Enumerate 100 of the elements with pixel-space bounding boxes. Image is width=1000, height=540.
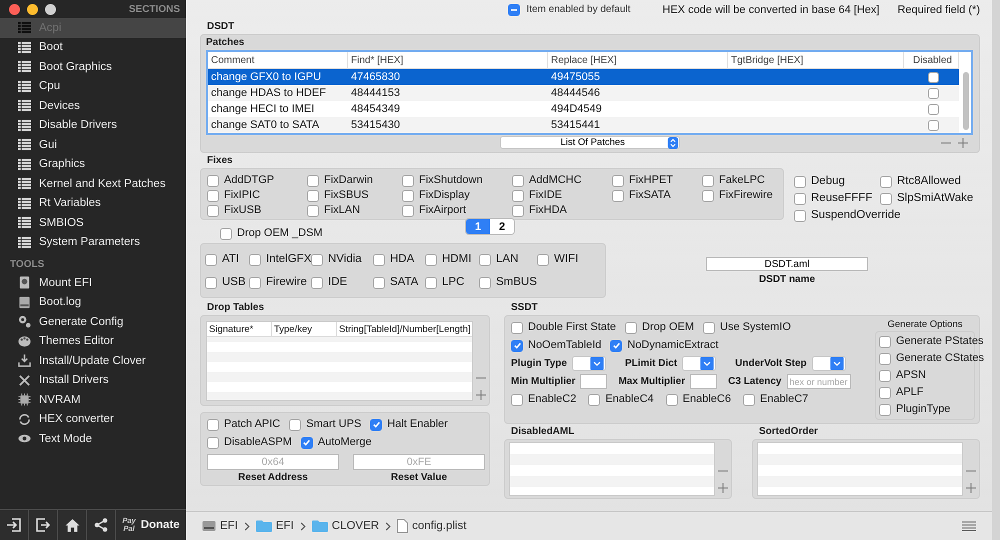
checkbox[interactable] bbox=[625, 322, 638, 334]
checkbox[interactable] bbox=[928, 72, 938, 82]
checkbox[interactable] bbox=[880, 192, 892, 204]
dropdown[interactable] bbox=[812, 356, 846, 371]
checkbox[interactable] bbox=[205, 254, 217, 266]
reset-value-field[interactable]: 0xFE bbox=[353, 454, 485, 470]
close-button[interactable] bbox=[9, 4, 20, 15]
path-item[interactable]: CLOVER bbox=[312, 520, 380, 532]
sidebar-item[interactable]: SMBIOS bbox=[0, 213, 186, 232]
sidebar-item[interactable]: Install Drivers bbox=[0, 370, 186, 390]
dropdown[interactable] bbox=[572, 356, 606, 371]
checkbox[interactable] bbox=[742, 394, 755, 406]
checkbox[interactable] bbox=[425, 254, 437, 266]
checkbox[interactable] bbox=[879, 370, 891, 382]
sidebar-item[interactable]: Themes Editor bbox=[0, 332, 186, 351]
checkbox[interactable] bbox=[794, 210, 806, 222]
checkbox[interactable] bbox=[588, 394, 600, 406]
checkbox[interactable] bbox=[879, 386, 891, 398]
dropdown[interactable] bbox=[682, 356, 716, 371]
sidebar-item[interactable]: Gui bbox=[0, 135, 186, 154]
checkbox[interactable] bbox=[307, 174, 319, 186]
sidebar-item[interactable]: Graphics bbox=[0, 154, 186, 174]
checkbox[interactable] bbox=[928, 120, 938, 130]
max-multiplier-field[interactable] bbox=[690, 374, 718, 389]
checkbox[interactable] bbox=[289, 418, 302, 430]
sidebar-item[interactable]: Cpu bbox=[0, 76, 186, 96]
checkbox[interactable] bbox=[402, 174, 414, 186]
sidebar-item[interactable]: Rt Variables bbox=[0, 194, 186, 213]
checkbox[interactable] bbox=[479, 254, 491, 266]
checkbox[interactable] bbox=[512, 174, 524, 186]
column-header[interactable]: Signature* bbox=[207, 322, 272, 336]
checkbox[interactable] bbox=[249, 276, 261, 288]
sidebar-item[interactable]: Install/Update Clover bbox=[0, 351, 186, 370]
column-header[interactable]: Replace [HEX] bbox=[548, 52, 728, 68]
checkbox[interactable] bbox=[794, 176, 806, 188]
checkbox[interactable] bbox=[373, 254, 385, 266]
path-item[interactable]: EFI bbox=[256, 520, 294, 532]
sidebar-item[interactable]: Boot Graphics bbox=[0, 57, 186, 76]
column-header[interactable]: Type/key bbox=[272, 322, 337, 336]
zoom-button[interactable] bbox=[45, 4, 56, 15]
checkbox[interactable] bbox=[402, 190, 414, 202]
checkbox[interactable] bbox=[879, 404, 891, 416]
sidebar-item[interactable]: System Parameters bbox=[0, 232, 186, 252]
menu-icon[interactable] bbox=[962, 521, 976, 531]
checkbox[interactable] bbox=[425, 276, 437, 288]
checkbox[interactable] bbox=[702, 190, 714, 202]
checkbox[interactable] bbox=[207, 190, 219, 202]
checkbox[interactable] bbox=[537, 254, 549, 266]
column-header[interactable]: Find* [HEX] bbox=[348, 52, 548, 68]
checkbox[interactable] bbox=[610, 340, 622, 352]
checkbox[interactable] bbox=[928, 88, 938, 98]
checkbox[interactable] bbox=[479, 276, 491, 288]
checkbox[interactable] bbox=[207, 204, 219, 216]
checkbox[interactable] bbox=[311, 276, 323, 288]
checkbox[interactable] bbox=[511, 394, 523, 406]
checkbox[interactable] bbox=[207, 418, 219, 430]
sidebar-item[interactable]: Mount EFI bbox=[0, 273, 186, 292]
table-row[interactable]: change HECI to IMEI 48454349 494D4549 bbox=[208, 101, 959, 117]
table-row[interactable]: change SAT0 to SATA 53415430 53415441 bbox=[208, 117, 959, 133]
column-header[interactable]: Disabled bbox=[904, 52, 959, 68]
checkbox[interactable] bbox=[300, 436, 313, 448]
dsdt-name-field[interactable]: DSDT.aml bbox=[706, 257, 868, 271]
checkbox[interactable] bbox=[703, 322, 716, 334]
checkbox[interactable] bbox=[402, 204, 414, 216]
checkbox[interactable] bbox=[370, 418, 382, 430]
checkbox[interactable] bbox=[702, 174, 714, 186]
column-header[interactable]: TgtBridge [HEX] bbox=[728, 52, 904, 68]
path-item[interactable]: EFI bbox=[202, 520, 238, 532]
sidebar-item[interactable]: NVRAM bbox=[0, 390, 186, 410]
checkbox[interactable] bbox=[928, 104, 938, 114]
sidebar-item[interactable]: Text Mode bbox=[0, 429, 186, 448]
checkbox[interactable] bbox=[207, 436, 219, 448]
sidebar-item[interactable]: Devices bbox=[0, 96, 186, 116]
sidebar-item[interactable]: Kernel and Kext Patches bbox=[0, 174, 186, 194]
c3-latency-field[interactable]: hex or number bbox=[786, 374, 850, 389]
checkbox[interactable] bbox=[512, 204, 524, 216]
checkbox[interactable] bbox=[307, 190, 319, 202]
checkbox[interactable] bbox=[511, 322, 523, 334]
checkbox[interactable] bbox=[220, 228, 232, 240]
path-item[interactable]: config.plist bbox=[397, 519, 466, 533]
checkbox[interactable] bbox=[612, 190, 624, 202]
checkbox[interactable] bbox=[249, 254, 261, 266]
sidebar-item[interactable]: Generate Config bbox=[0, 312, 186, 332]
sidebar-item[interactable]: HEX converter bbox=[0, 410, 186, 429]
checkbox[interactable] bbox=[311, 254, 323, 266]
min-multiplier-field[interactable] bbox=[580, 374, 608, 389]
table-row[interactable]: change GFX0 to IGPU 47465830 49475055 bbox=[208, 69, 959, 85]
remove-add-icons[interactable] bbox=[941, 138, 969, 148]
patch-list-dropdown[interactable]: List Of Patches bbox=[500, 136, 680, 149]
checkbox[interactable] bbox=[511, 340, 523, 352]
column-header[interactable]: String[TableId]/Number[Length] bbox=[337, 322, 472, 336]
checkbox[interactable] bbox=[207, 174, 219, 186]
checkbox[interactable] bbox=[373, 276, 385, 288]
checkbox[interactable] bbox=[307, 204, 319, 216]
checkbox[interactable] bbox=[794, 192, 806, 204]
table-row[interactable]: change HDAS to HDEF 48444153 48444546 bbox=[208, 85, 959, 101]
column-header[interactable]: Comment bbox=[208, 52, 348, 68]
checkbox[interactable] bbox=[666, 394, 678, 406]
sidebar-item[interactable]: Boot bbox=[0, 38, 186, 57]
page-tab[interactable]: 1 bbox=[466, 219, 490, 234]
